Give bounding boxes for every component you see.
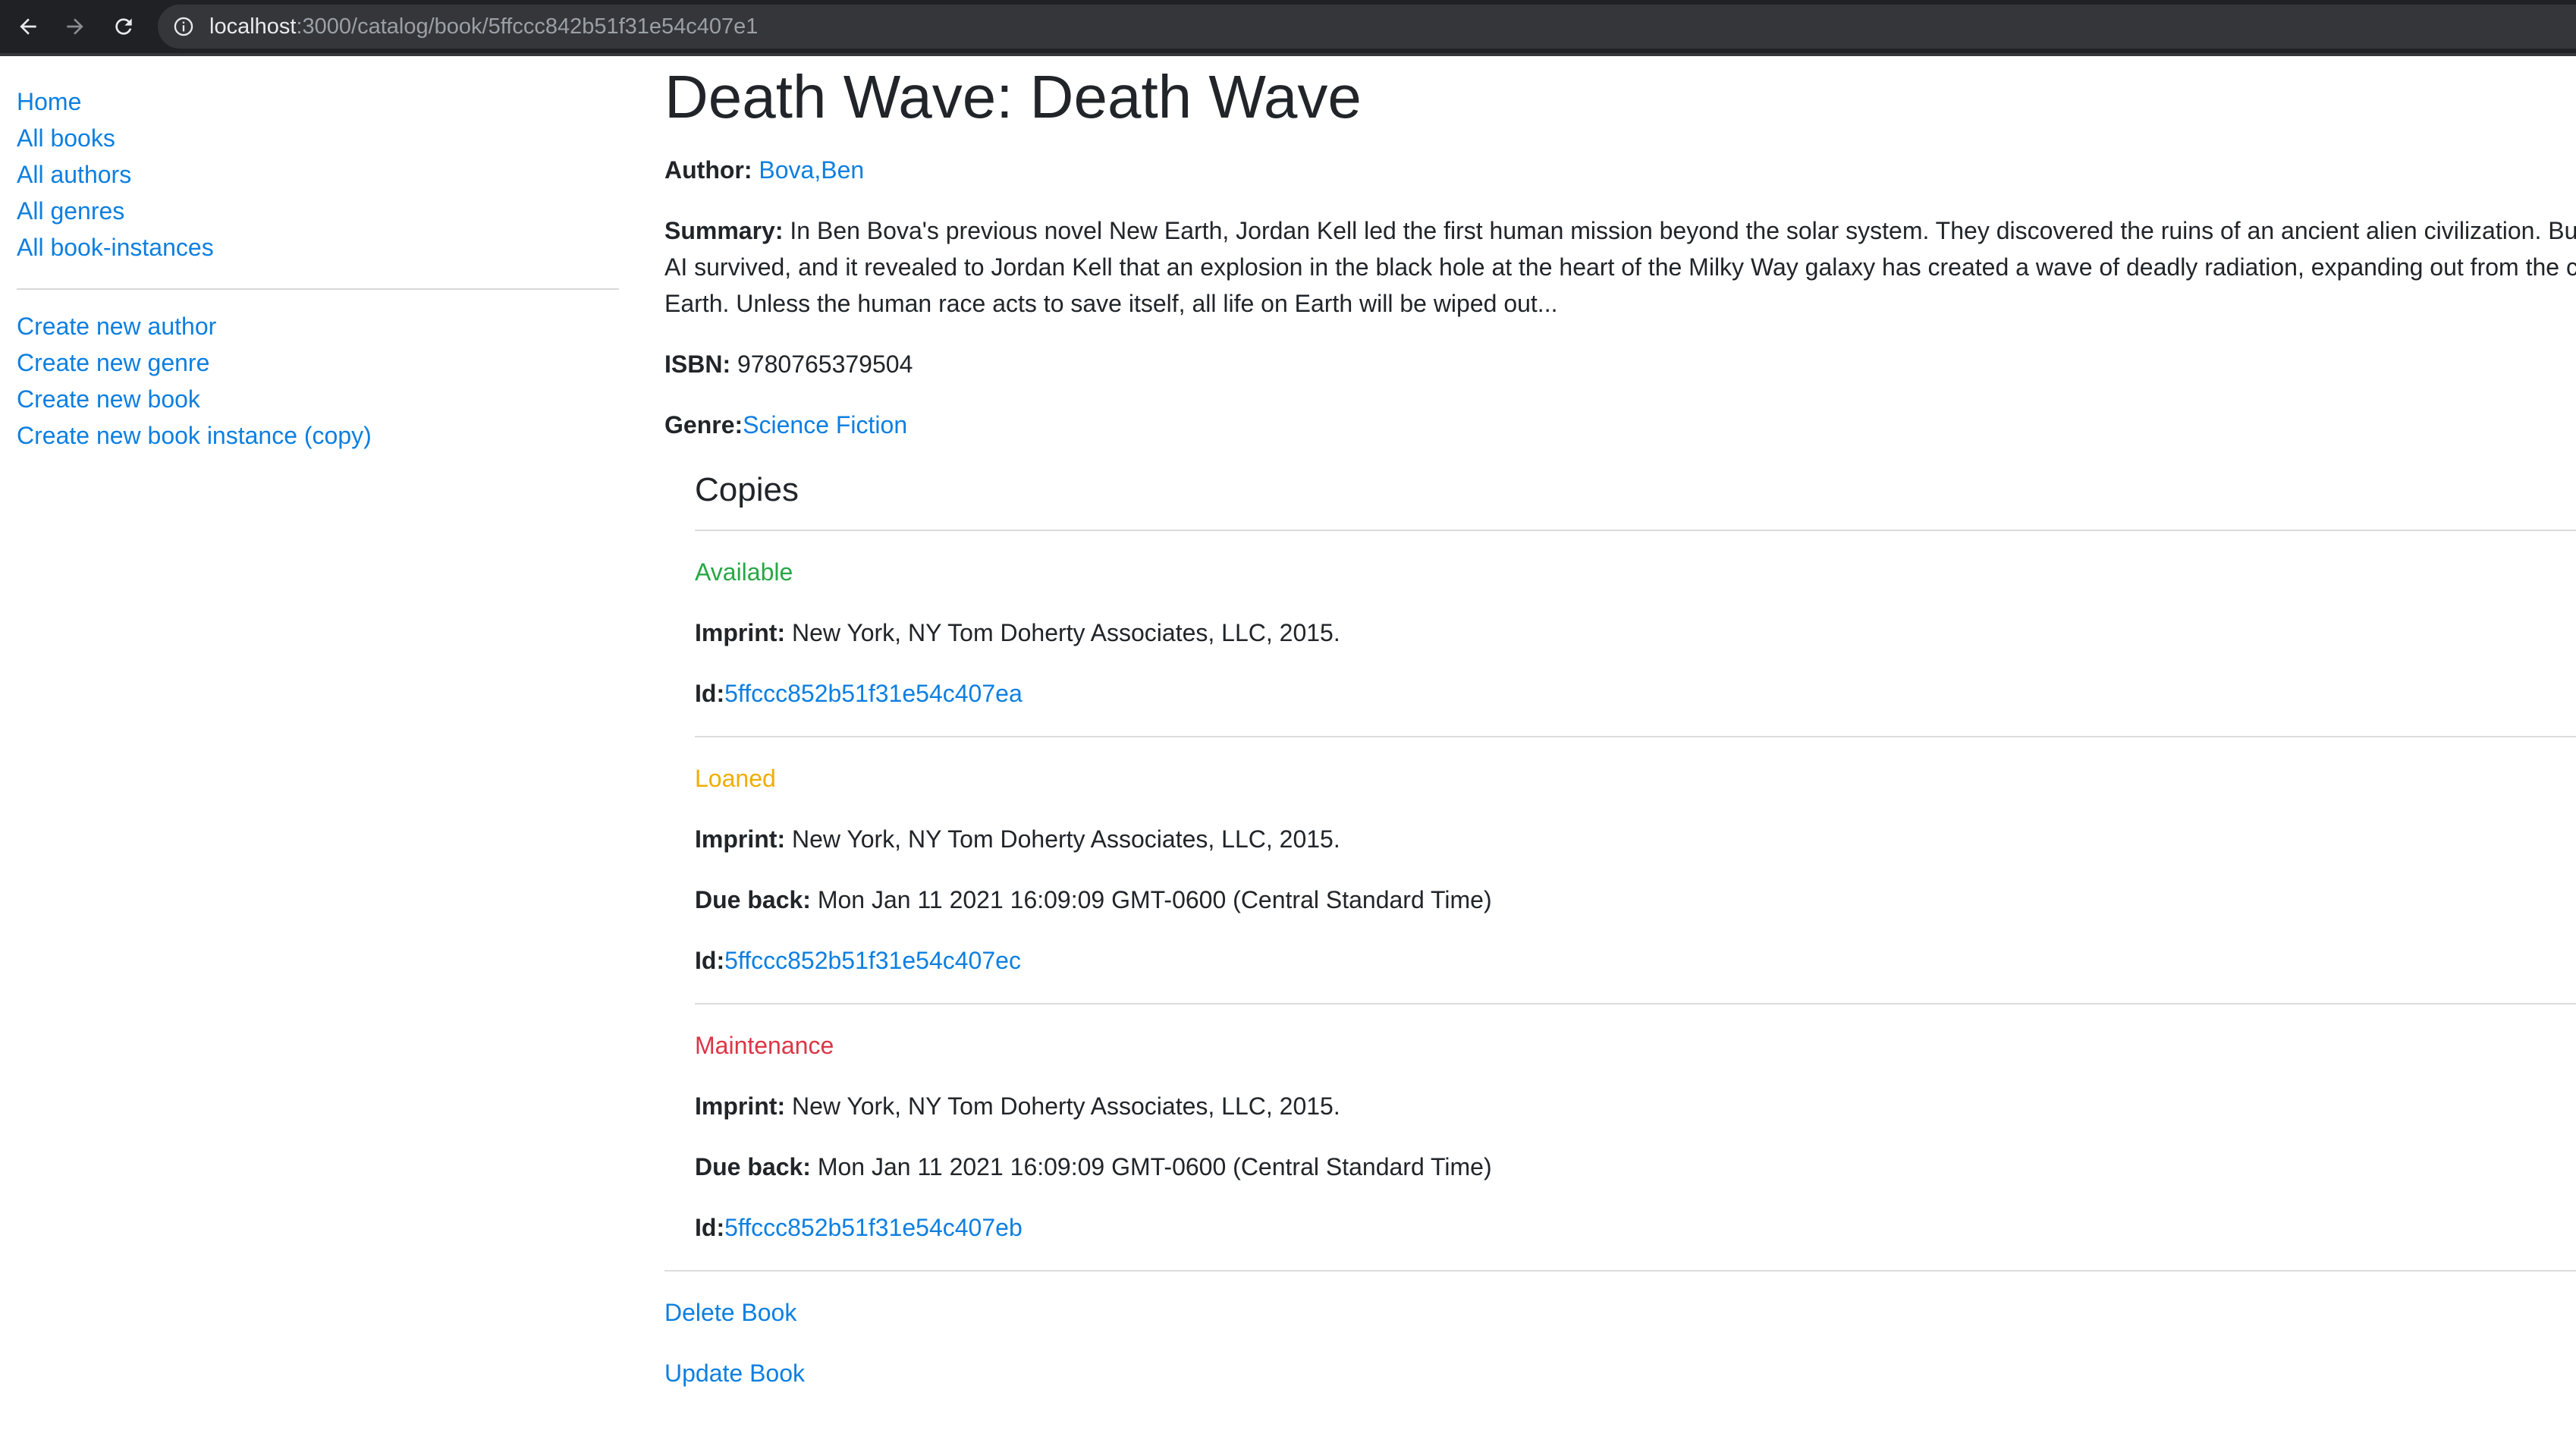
due-back-row: Due back: Mon Jan 11 2021 16:09:09 GMT-0…	[695, 882, 2576, 918]
actions-divider	[664, 1270, 2576, 1272]
due-back-row: Due back: Mon Jan 11 2021 16:09:09 GMT-0…	[695, 1149, 2576, 1185]
url-path: :3000/catalog/book/5ffccc842b51f31e54c40…	[296, 14, 759, 39]
copies-section: Copies Available Imprint: New York, NY T…	[695, 467, 2576, 1246]
copies-heading: Copies	[695, 471, 799, 508]
copy-id-link[interactable]: 5ffccc852b51f31e54c407ea	[724, 680, 1023, 707]
copy-item: Available Imprint: New York, NY Tom Dohe…	[695, 554, 2576, 737]
sidebar-link-all-books[interactable]: All books	[17, 120, 620, 156]
id-row: Id:5ffccc852b51f31e54c407eb	[695, 1209, 2576, 1246]
due-back-label: Due back:	[695, 1153, 811, 1180]
imprint-row: Imprint: New York, NY Tom Doherty Associ…	[695, 821, 2576, 857]
id-row: Id:5ffccc852b51f31e54c407ec	[695, 942, 2576, 979]
sidebar-link-create-genre[interactable]: Create new genre	[17, 344, 620, 381]
copy-item: Loaned Imprint: New York, NY Tom Doherty…	[695, 760, 2576, 1004]
id-label: Id:	[695, 947, 725, 974]
address-bar[interactable]: localhost:3000/catalog/book/5ffccc842b51…	[158, 5, 2576, 49]
sidebar-link-home[interactable]: Home	[17, 83, 620, 120]
status-badge: Maintenance	[695, 1032, 834, 1059]
sidebar-link-all-authors[interactable]: All authors	[17, 156, 620, 193]
copies-divider	[695, 530, 2576, 531]
summary-row: Summary: In Ben Bova's previous novel Ne…	[664, 212, 2576, 322]
imprint-value: New York, NY Tom Doherty Associates, LLC…	[791, 825, 1340, 853]
status-badge: Available	[695, 558, 793, 586]
copy-divider	[695, 736, 2576, 737]
copy-id-link[interactable]: 5ffccc852b51f31e54c407eb	[724, 1214, 1023, 1241]
page-title: Death Wave: Death Wave	[664, 63, 1362, 130]
book-actions: Delete Book Update Book	[664, 1294, 2576, 1391]
summary-label: Summary:	[664, 217, 784, 244]
reload-icon	[115, 18, 132, 35]
imprint-label: Imprint:	[695, 825, 786, 853]
copy-item: Maintenance Imprint: New York, NY Tom Do…	[695, 1027, 2576, 1246]
sidebar-link-all-book-instances[interactable]: All book-instances	[17, 229, 620, 266]
imprint-label: Imprint:	[695, 1092, 786, 1120]
update-book-link[interactable]: Update Book	[664, 1355, 2576, 1391]
imprint-value: New York, NY Tom Doherty Associates, LLC…	[791, 619, 1340, 646]
reload-button[interactable]	[106, 9, 141, 44]
copy-divider	[695, 1003, 2576, 1004]
id-row: Id:5ffccc852b51f31e54c407ea	[695, 675, 2576, 712]
arrow-left-icon	[20, 18, 36, 35]
url-text: localhost:3000/catalog/book/5ffccc842b51…	[209, 14, 758, 39]
genre-row: Genre:Science Fiction	[664, 407, 2576, 443]
arrow-right-icon	[67, 18, 83, 35]
due-back-label: Due back:	[695, 886, 811, 913]
info-icon[interactable]	[173, 16, 194, 37]
sidebar-link-create-book[interactable]: Create new book	[17, 381, 620, 417]
due-back-value: Mon Jan 11 2021 16:09:09 GMT-0600 (Centr…	[817, 886, 1492, 913]
author-label: Author:	[664, 156, 752, 184]
delete-book-link[interactable]: Delete Book	[664, 1294, 2576, 1331]
back-button[interactable]	[11, 9, 46, 44]
isbn-value: 9780765379504	[737, 350, 913, 378]
sidebar-link-create-author[interactable]: Create new author	[17, 308, 620, 344]
book-detail: Death Wave: Death Wave Author: Bova,Ben …	[664, 53, 2576, 1416]
status-badge: Loaned	[695, 765, 776, 792]
copy-id-link[interactable]: 5ffccc852b51f31e54c407ec	[724, 947, 1021, 974]
imprint-label: Imprint:	[695, 619, 786, 646]
id-label: Id:	[695, 1214, 725, 1241]
sidebar: Home All books All authors All genres Al…	[17, 83, 620, 454]
sidebar-link-all-genres[interactable]: All genres	[17, 193, 620, 229]
imprint-value: New York, NY Tom Doherty Associates, LLC…	[791, 1092, 1340, 1120]
id-label: Id:	[695, 680, 725, 707]
sidebar-divider	[17, 288, 619, 290]
imprint-row: Imprint: New York, NY Tom Doherty Associ…	[695, 615, 2576, 651]
genre-link[interactable]: Science Fiction	[743, 411, 907, 439]
browser-toolbar: localhost:3000/catalog/book/5ffccc842b51…	[0, 0, 2576, 56]
imprint-row: Imprint: New York, NY Tom Doherty Associ…	[695, 1088, 2576, 1124]
summary-text: In Ben Bova's previous novel New Earth, …	[664, 217, 2576, 317]
isbn-row: ISBN: 9780765379504	[664, 346, 2576, 382]
author-row: Author: Bova,Ben	[664, 152, 2576, 188]
isbn-label: ISBN:	[664, 350, 731, 378]
genre-label: Genre:	[664, 411, 743, 439]
url-host: localhost	[209, 14, 297, 39]
author-link[interactable]: Bova,Ben	[759, 156, 864, 184]
forward-button[interactable]	[58, 9, 93, 44]
sidebar-link-create-book-instance[interactable]: Create new book instance (copy)	[17, 417, 620, 454]
due-back-value: Mon Jan 11 2021 16:09:09 GMT-0600 (Centr…	[817, 1153, 1492, 1180]
